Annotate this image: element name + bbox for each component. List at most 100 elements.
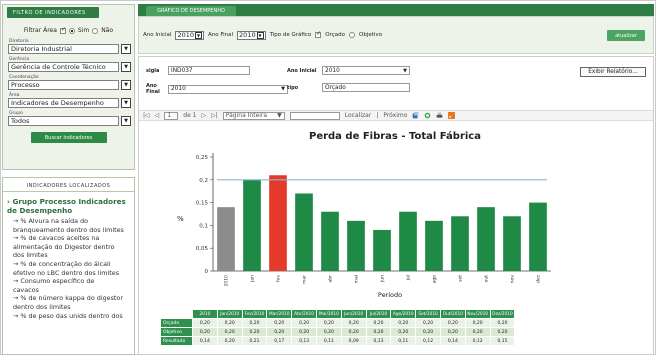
x-tick-label: fev bbox=[276, 275, 282, 282]
select-grupo[interactable]: Todos ▼ bbox=[8, 116, 131, 126]
update-button[interactable]: atualizar bbox=[607, 30, 645, 41]
table-cell: 0,20 bbox=[415, 327, 441, 337]
table-header-row: 2010 Jan/2010 Fev/2010 Mar/2010 Abr/2010 Mai/… bbox=[160, 309, 516, 319]
last-page-icon[interactable]: ▷| bbox=[211, 112, 218, 119]
performance-chart: Perda de Fibras - Total Fábrica % Períod… bbox=[177, 130, 551, 299]
chart-x-axis-label: Período bbox=[378, 291, 402, 299]
table-row: Objetivo 0,20 0,20 0,20 0,20 0,20 0,20 0,20 0,20… bbox=[160, 327, 516, 337]
indicator-link[interactable]: branqueamento dentro dos limites bbox=[13, 226, 130, 235]
y-tick-label: 0,1 bbox=[199, 223, 208, 229]
y-tick-label: 0 bbox=[205, 269, 209, 275]
filter-area-checkbox[interactable] bbox=[59, 26, 66, 34]
table-header-cell: Abr/2010 bbox=[291, 309, 317, 319]
table-corner-cell bbox=[160, 309, 193, 319]
table-cell: 0,21 bbox=[241, 336, 268, 346]
table-cell: 0,20 bbox=[415, 318, 441, 328]
find-link[interactable]: Localizar bbox=[345, 112, 372, 119]
chevron-down-icon[interactable]: ▼ bbox=[195, 31, 202, 39]
indicator-link[interactable]: dos limites bbox=[13, 251, 130, 260]
tab-grafico-desempenho[interactable]: GRÁFICO DE DESEMPENHO bbox=[146, 6, 236, 16]
prev-page-icon[interactable]: ◁ bbox=[155, 112, 160, 119]
first-page-icon[interactable]: |◁ bbox=[143, 112, 150, 119]
indicator-link[interactable]: → % de cavacos aceites na bbox=[13, 234, 130, 243]
table-cell: 0,20 bbox=[464, 318, 491, 328]
bar bbox=[243, 179, 261, 271]
chevron-down-icon[interactable]: ▼ bbox=[121, 116, 131, 126]
bar bbox=[529, 202, 547, 271]
select-coordenacao[interactable]: Processo ▼ bbox=[8, 80, 131, 90]
filter-panel: FILTRO DE INDICADORES Filtrar Área Sim N… bbox=[2, 4, 135, 170]
export-icon[interactable] bbox=[412, 112, 419, 119]
radio-nao[interactable] bbox=[92, 27, 99, 34]
exibir-relatorio-button[interactable]: Exibir Relatório... bbox=[580, 67, 646, 77]
table-header-cell: Mai/2010 bbox=[315, 309, 342, 319]
select-area[interactable]: Indicadores de Desempenho ▼ bbox=[8, 98, 131, 108]
indicator-list: → % Alvura na saída do branqueamento den… bbox=[3, 215, 134, 320]
indicator-link[interactable]: → Consumo específico de bbox=[13, 277, 130, 286]
indicator-link[interactable]: → % de concentração do álcali bbox=[13, 260, 130, 269]
table-header-cell: Set/2010 bbox=[415, 309, 441, 319]
indicator-link[interactable]: alimentação do Digestor dentro bbox=[13, 243, 130, 252]
indicator-group-title[interactable]: › Grupo Processo Indicadores de Desempen… bbox=[3, 192, 134, 215]
radio-sim[interactable] bbox=[68, 27, 75, 34]
feed-icon[interactable] bbox=[448, 112, 456, 119]
x-tick-label: 2010 bbox=[224, 275, 230, 287]
table-cell: 0,20 bbox=[241, 327, 268, 337]
ano-inicial-value: 2010 bbox=[177, 31, 194, 39]
table-cell: 0,20 bbox=[291, 327, 317, 337]
find-next-link[interactable]: Próximo bbox=[383, 112, 407, 119]
indicator-link[interactable]: efetivo no LBC dentro dos limites bbox=[13, 269, 130, 278]
search-indicators-button[interactable]: Buscar Indicadores bbox=[30, 132, 107, 143]
zoom-select[interactable]: Página Inteira ▼ bbox=[222, 111, 285, 120]
table-cell: 0,20 bbox=[340, 327, 367, 337]
objetivo-radio[interactable] bbox=[349, 32, 356, 38]
chevron-down-icon[interactable]: ▼ bbox=[256, 31, 264, 39]
find-input[interactable] bbox=[289, 111, 340, 120]
next-page-icon[interactable]: ▷ bbox=[202, 112, 207, 119]
report-ano-inicial-value: 2010 bbox=[325, 67, 340, 74]
chart-params-bar: Ano Inicial 2010 ▼ Ano Final 2010 ▼ Tipo… bbox=[138, 16, 654, 54]
table-cell: 0,20 bbox=[340, 318, 367, 328]
refresh-icon[interactable] bbox=[424, 112, 431, 119]
chevron-down-icon[interactable]: ▼ bbox=[121, 62, 131, 72]
sigla-input[interactable]: IND037 bbox=[168, 66, 250, 75]
indicator-link[interactable]: cavacos bbox=[13, 286, 130, 295]
chevron-down-icon[interactable]: ▼ bbox=[121, 44, 131, 54]
ano-inicial-select[interactable]: 2010 ▼ bbox=[175, 30, 204, 40]
indicator-link[interactable]: → % de número kappa do digestor bbox=[13, 294, 130, 303]
indicator-link[interactable]: → % de peso das unids dentro dos bbox=[13, 312, 130, 321]
tipo-input[interactable]: Orçado bbox=[322, 83, 410, 92]
x-tick-label: nov bbox=[511, 275, 516, 284]
report-ano-inicial-select[interactable]: 2010 ▼ bbox=[322, 66, 410, 75]
table-cell: 0,20 bbox=[192, 318, 218, 328]
page-number-input[interactable]: 1 bbox=[164, 111, 179, 120]
report-ano-final-select[interactable]: 2010 ▼ bbox=[168, 84, 288, 94]
bar bbox=[477, 207, 495, 271]
table-cell: 0,14 bbox=[192, 336, 218, 346]
table-row: Resultado 0,14 0,20 0,21 0,17 0,13 0,11 0,09 0,1… bbox=[160, 336, 516, 346]
indicator-link[interactable]: dentro dos limites bbox=[13, 303, 130, 312]
table-header-cell: Nov/2010 bbox=[464, 309, 491, 319]
zoom-value: Página Inteira bbox=[225, 112, 268, 119]
x-tick-label: dez bbox=[536, 274, 542, 283]
chevron-down-icon[interactable]: ▼ bbox=[277, 112, 282, 119]
table-row-label: Orçado bbox=[160, 318, 193, 328]
chevron-down-icon[interactable]: ▼ bbox=[121, 98, 131, 108]
table-cell: 0,17 bbox=[266, 336, 293, 346]
report-ano-inicial-label: Ano Inicial bbox=[287, 67, 317, 74]
filter-panel-header: FILTRO DE INDICADORES bbox=[7, 7, 99, 18]
indicator-link[interactable]: → % Alvura na saída do bbox=[13, 217, 130, 226]
print-icon[interactable] bbox=[436, 112, 443, 119]
table-cell: 0,20 bbox=[266, 318, 293, 328]
ano-final-select[interactable]: 2010 ▼ bbox=[237, 30, 266, 40]
report-ano-final-value: 2010 bbox=[171, 86, 186, 92]
select-gerencia[interactable]: Gerência de Controle Técnico ▼ bbox=[8, 62, 131, 72]
chevron-down-icon[interactable]: ▼ bbox=[403, 67, 409, 75]
chevron-down-icon[interactable]: ▼ bbox=[121, 80, 131, 90]
table-header-cell: Dez/2010 bbox=[489, 309, 516, 319]
table-cell: 0,20 bbox=[216, 336, 243, 346]
select-diretoria[interactable]: Diretoria Industrial ▼ bbox=[8, 44, 131, 54]
select-coordenacao-value: Processo bbox=[8, 80, 119, 90]
ano-inicial-label: Ano Inicial bbox=[143, 32, 172, 38]
tipo-grafico-checkbox[interactable] bbox=[315, 30, 321, 38]
